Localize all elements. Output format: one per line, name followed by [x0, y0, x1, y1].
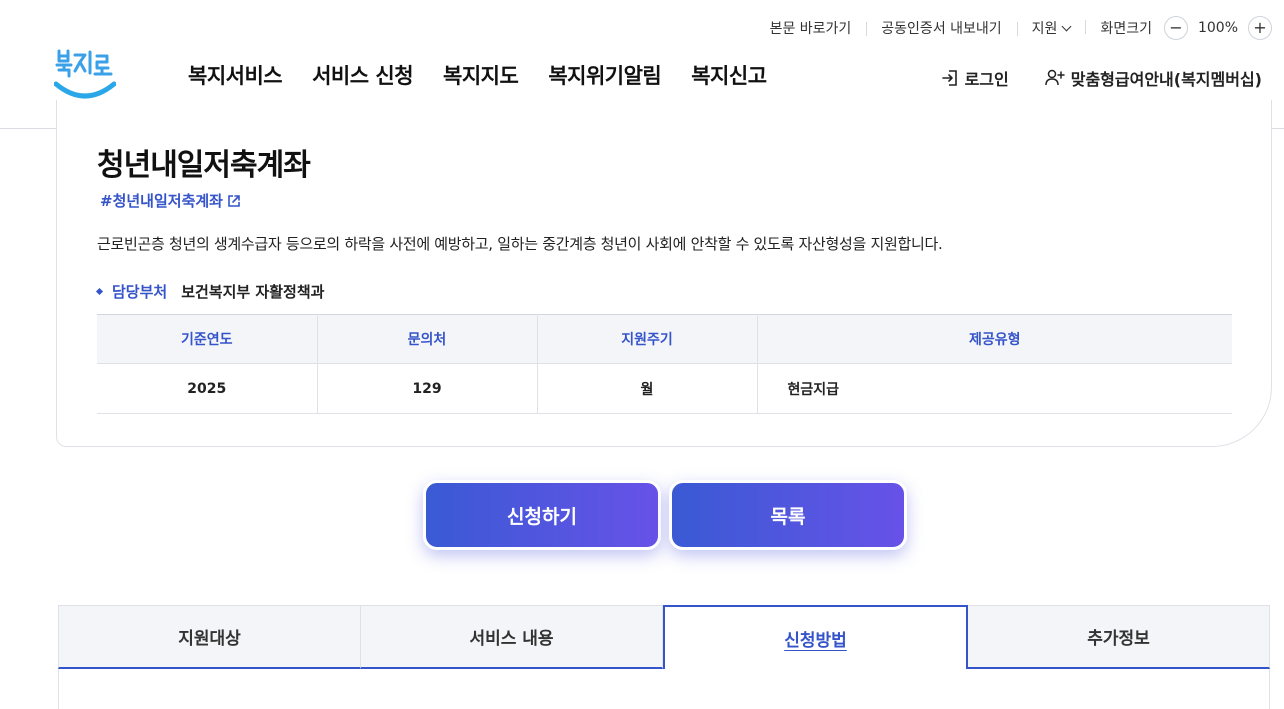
table-header-base-year: 기준연도	[97, 314, 318, 364]
department-value: 보건복지부 자활정책과	[181, 283, 325, 301]
department-info: 담당부처 보건복지부 자활정책과	[95, 281, 1232, 302]
zoom-out-button[interactable]: −	[1163, 16, 1188, 40]
cell-support-cycle: 월	[537, 363, 758, 414]
tab-service-content[interactable]: 서비스 내용	[361, 605, 663, 669]
membership-label: 맞춤형급여안내(복지멤버십)	[1070, 70, 1262, 89]
service-summary-table: 기준연도 문의처 지원주기 제공유형 2025 129 월 현금지급	[97, 314, 1232, 414]
tab-additional-info[interactable]: 추가정보	[968, 605, 1270, 669]
zoom-value: 100%	[1197, 20, 1238, 36]
membership-link[interactable]: 맞춤형급여안내(복지멤버십)	[1044, 66, 1262, 90]
cell-contact: 129	[317, 363, 538, 414]
nav-welfare-services[interactable]: 복지서비스	[188, 60, 283, 90]
bokjiro-logo-icon	[53, 49, 117, 99]
tab-eligibility[interactable]: 지원대상	[58, 605, 361, 669]
department-label: 담당부처	[112, 283, 168, 301]
login-label: 로그인	[964, 70, 1009, 89]
chevron-down-icon	[1061, 21, 1072, 31]
action-buttons: 신청하기 목록	[423, 480, 907, 550]
service-description: 근로빈곤층 청년의 생계수급자 등으로의 하락을 사전에 예방하고, 일하는 중…	[97, 235, 943, 253]
nav-welfare-map[interactable]: 복지지도	[443, 60, 519, 90]
service-tag-link[interactable]: #청년내일저축계좌	[100, 190, 1232, 211]
service-info-card: 청년내일저축계좌 #청년내일저축계좌 근로빈곤층 청년의 생계수급자 등으로의 …	[56, 100, 1272, 447]
table-header-support-cycle: 지원주기	[537, 314, 758, 364]
diamond-bullet-icon	[95, 287, 104, 296]
site-logo[interactable]	[53, 46, 117, 102]
external-link-icon	[228, 194, 240, 207]
header-account-area: 로그인 맞춤형급여안내(복지멤버십)	[941, 66, 1262, 90]
tab-application-method[interactable]: 신청방법	[663, 605, 968, 669]
skip-to-content-link[interactable]: 본문 바로가기	[755, 18, 867, 38]
nav-welfare-crisis-alert[interactable]: 복지위기알림	[548, 60, 661, 90]
tab-panel	[58, 669, 1270, 709]
support-dropdown[interactable]: 지원	[1016, 18, 1086, 38]
nav-service-application[interactable]: 서비스 신청	[312, 60, 413, 90]
user-add-icon	[1044, 69, 1065, 86]
main-navigation: 복지서비스 서비스 신청 복지지도 복지위기알림 복지신고	[188, 60, 767, 90]
cell-base-year: 2025	[97, 363, 318, 414]
cell-provision-type: 현금지급	[757, 363, 1232, 414]
utility-bar: 본문 바로가기 공동인증서 내보내기 지원 화면크기 − 100% +	[755, 16, 1272, 40]
zoom-in-button[interactable]: +	[1248, 16, 1272, 40]
screen-size-control: 화면크기 − 100% +	[1085, 16, 1272, 40]
apply-button[interactable]: 신청하기	[423, 480, 661, 550]
service-title: 청년내일저축계좌	[97, 148, 311, 183]
login-icon	[941, 70, 957, 86]
table-header-row: 기준연도 문의처 지원주기 제공유형	[97, 314, 1232, 364]
table-row: 2025 129 월 현금지급	[97, 363, 1232, 414]
detail-tabs: 지원대상 서비스 내용 신청방법 추가정보	[58, 605, 1270, 669]
table-header-provision-type: 제공유형	[757, 314, 1232, 364]
nav-welfare-report[interactable]: 복지신고	[691, 60, 767, 90]
table-header-contact: 문의처	[317, 314, 538, 364]
login-link[interactable]: 로그인	[941, 66, 1009, 90]
list-button[interactable]: 목록	[669, 480, 907, 550]
screen-size-label: 화면크기	[1100, 21, 1152, 37]
export-certificate-link[interactable]: 공동인증서 내보내기	[866, 18, 1016, 38]
service-tag-label: #청년내일저축계좌	[100, 192, 223, 210]
